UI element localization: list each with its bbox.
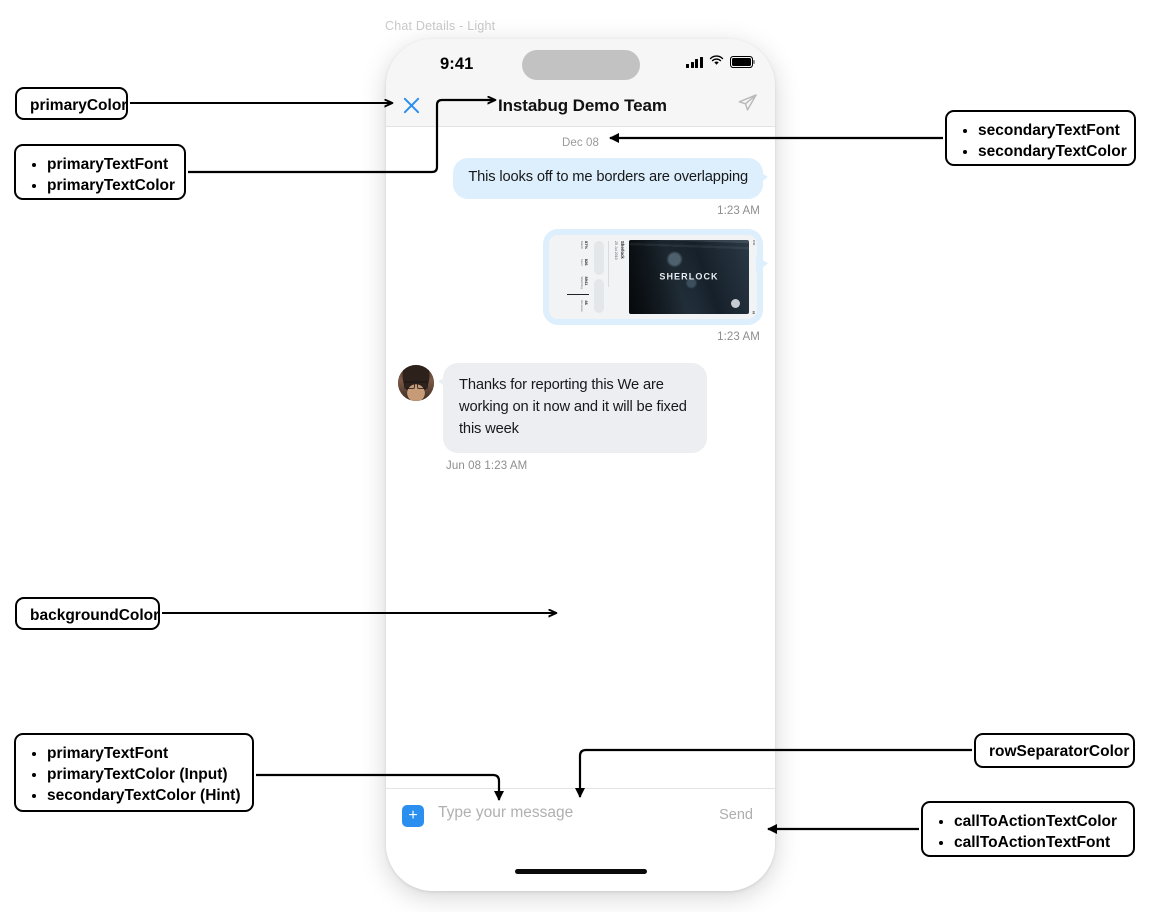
attachment-stat: 46 Reviews — [579, 299, 589, 312]
callout-primary-color: primaryColor — [15, 87, 128, 120]
message-bubble-attachment[interactable]: 9:41 ▮▮ SHERLOCK Sherlock 25 Jul 2010 87… — [543, 228, 763, 325]
callout-primary-text: primaryTextFont primaryTextColor — [14, 144, 186, 200]
callout-label: rowSeparatorColor — [989, 743, 1130, 760]
message-row-outgoing-text[interactable]: This looks off to me borders are overlap… — [386, 158, 775, 199]
message-bubble-outgoing[interactable]: This looks off to me borders are overlap… — [453, 158, 763, 199]
phone-mockup: 9:41 Instabug Demo Team Dec 08 This look… — [386, 39, 775, 891]
close-icon[interactable] — [402, 96, 428, 115]
attachment-detail-sub: 25 Jul 2010 — [613, 240, 618, 260]
cellular-signal-icon — [686, 56, 703, 68]
attachment-pill-download — [593, 278, 604, 313]
play-icon — [731, 298, 740, 308]
status-bar: 9:41 — [386, 39, 775, 85]
callout-label: primaryTextFont — [47, 155, 170, 176]
callout-label: callToActionTextColor — [954, 812, 1119, 833]
day-separator: Dec 08 — [561, 137, 600, 149]
message-text: Thanks for reporting this We are working… — [459, 376, 687, 438]
callout-label: backgroundColor — [30, 607, 160, 624]
attachment-stat: 87% Match — [579, 240, 589, 249]
callout-row-separator-color: rowSeparatorColor — [974, 733, 1135, 768]
chat-title: Instabug Demo Team — [498, 95, 667, 115]
home-indicator — [514, 869, 647, 874]
status-bar-time: 9:41 — [440, 54, 474, 73]
page-title: Chat Details - Light — [385, 19, 496, 33]
attachment-poster-title: SHERLOCK — [659, 271, 719, 282]
message-input[interactable] — [436, 803, 706, 823]
message-timestamp: 1:23 AM — [717, 204, 760, 217]
message-row-outgoing-image[interactable]: 9:41 ▮▮ SHERLOCK Sherlock 25 Jul 2010 87… — [386, 228, 775, 325]
battery-icon — [730, 56, 756, 68]
send-button[interactable]: Send — [713, 806, 759, 824]
callout-label: primaryColor — [30, 97, 128, 114]
callout-label: callToActionTextFont — [954, 833, 1119, 854]
callout-secondary-text: secondaryTextFont secondaryTextColor — [945, 110, 1136, 166]
conversation-list[interactable]: Dec 08 This looks off to me borders are … — [386, 127, 775, 788]
wifi-icon — [709, 53, 724, 71]
callout-label: secondaryTextColor (Hint) — [47, 786, 241, 807]
dynamic-island — [521, 50, 640, 80]
callout-label: secondaryTextFont — [978, 121, 1120, 142]
attachment-detail-title: Sherlock — [620, 240, 625, 259]
message-composer: + Send — [386, 788, 775, 891]
message-timestamp: 1:23 AM — [717, 330, 760, 343]
send-plane-icon[interactable] — [737, 93, 758, 119]
callout-label: primaryTextFont — [47, 744, 238, 765]
attach-plus-icon[interactable]: + — [402, 805, 424, 827]
message-text: This looks off to me borders are overlap… — [468, 169, 748, 185]
attachment-pill-watch — [593, 240, 604, 275]
callout-label: primaryTextColor — [47, 176, 175, 197]
callout-label: secondaryTextColor — [978, 142, 1127, 163]
message-bubble-incoming[interactable]: Thanks for reporting this We are working… — [443, 362, 707, 453]
sherlock-screenshot-attachment[interactable]: 9:41 ▮▮ SHERLOCK Sherlock 25 Jul 2010 87… — [549, 234, 757, 319]
annotated-mockup-canvas: Chat Details - Light 9:41 Instabug Demo … — [0, 0, 1150, 912]
chat-nav-bar: Instabug Demo Team — [386, 85, 775, 127]
attachment-stat: 826 Seen — [579, 258, 589, 266]
callout-background-color: backgroundColor — [15, 597, 160, 630]
callout-call-to-action: callToActionTextColor callToActionTextFo… — [921, 801, 1135, 857]
callout-label: primaryTextColor (Input) — [47, 765, 238, 786]
message-timestamp: Jun 08 1:23 AM — [446, 459, 528, 472]
message-row-incoming-text[interactable]: Thanks for reporting this We are working… — [386, 362, 775, 453]
agent-avatar — [398, 364, 434, 401]
attachment-stat: 8941 Watching — [579, 276, 589, 289]
callout-input-text: primaryTextFont primaryTextColor (Input)… — [14, 733, 254, 812]
